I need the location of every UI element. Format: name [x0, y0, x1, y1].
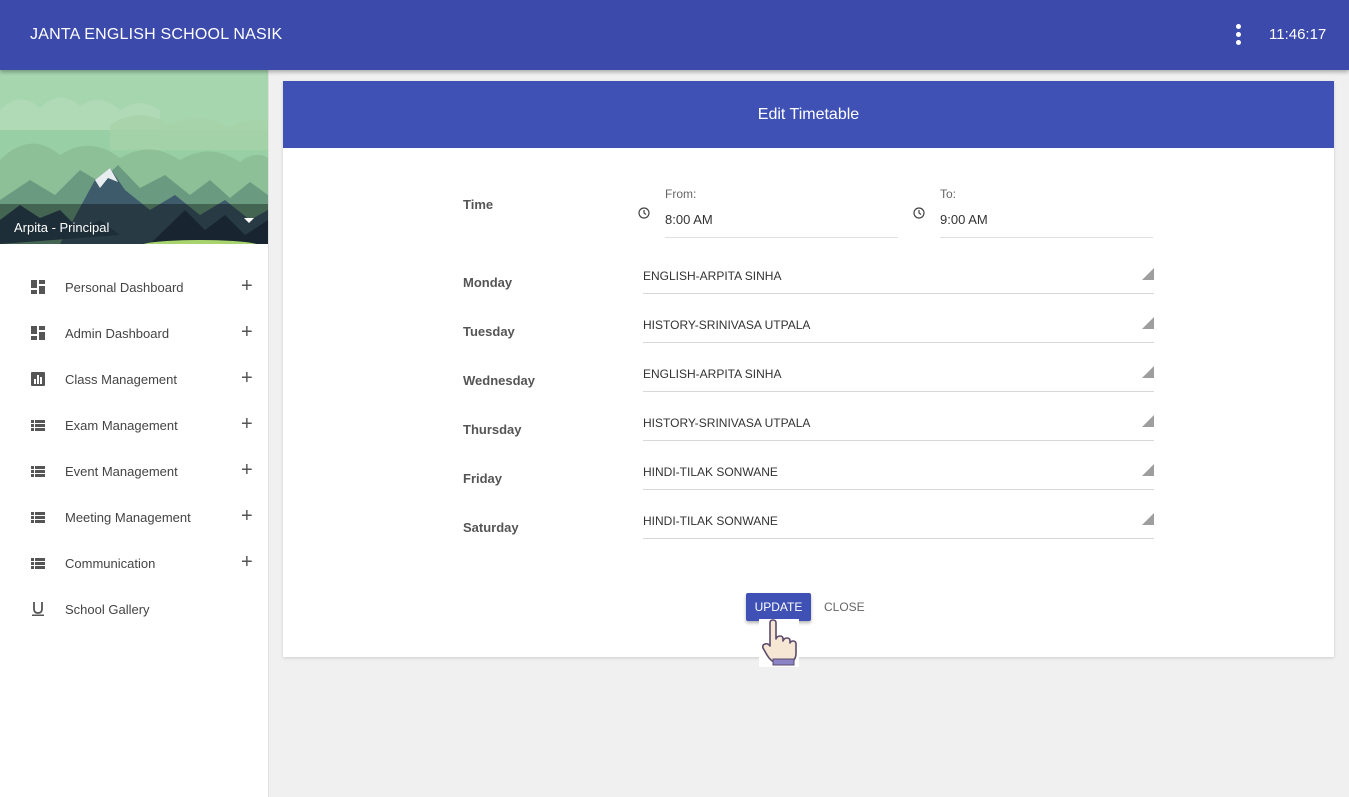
more-options-icon[interactable]: [1230, 24, 1248, 46]
day-label-tuesday: Tuesday: [463, 324, 515, 339]
subject-select-monday[interactable]: ENGLISH-ARPITA SINHA: [643, 264, 1154, 294]
day-label-friday: Friday: [463, 471, 503, 486]
dialog-title: Edit Timetable: [283, 81, 1334, 148]
sidebar-item-label: Personal Dashboard: [65, 280, 184, 295]
list-icon: [31, 558, 45, 569]
sidebar-item-label: Event Management: [65, 464, 178, 479]
profile-name: Arpita - Principal: [14, 220, 110, 235]
expand-plus-icon[interactable]: +: [241, 505, 253, 528]
subject-select-saturday[interactable]: HINDI-TILAK SONWANE: [643, 509, 1154, 539]
to-caption: To:: [940, 187, 957, 201]
dashboard-grid-icon: [31, 326, 45, 340]
expand-plus-icon[interactable]: +: [241, 459, 253, 482]
select-value: ENGLISH-ARPITA SINHA: [643, 367, 782, 381]
sidebar-item-meeting-management[interactable]: Meeting Management +: [0, 494, 268, 540]
chart-icon: [31, 372, 45, 386]
day-label-wednesday: Wednesday: [463, 373, 536, 388]
list-icon: [31, 512, 45, 523]
mountain-background-image: [0, 70, 268, 244]
dashboard-icon: [31, 280, 45, 294]
sidebar-item-admin-dashboard[interactable]: Admin Dashboard +: [0, 310, 268, 356]
dropdown-arrow-icon: [1142, 268, 1154, 280]
select-value: HINDI-TILAK SONWANE: [643, 514, 778, 528]
subject-select-thursday[interactable]: HISTORY-SRINIVASA UTPALA: [643, 411, 1154, 441]
select-value: HISTORY-SRINIVASA UTPALA: [643, 416, 811, 430]
sidebar-nav: Personal Dashboard + Admin Dashboard + C…: [0, 264, 268, 632]
app-title: JANTA ENGLISH SCHOOL NASIK: [30, 26, 283, 43]
underline-icon: [32, 602, 44, 616]
clock-icon: [913, 207, 925, 219]
subject-select-friday[interactable]: HINDI-TILAK SONWANE: [643, 460, 1154, 490]
expand-plus-icon[interactable]: +: [241, 275, 253, 298]
close-button[interactable]: CLOSE: [824, 593, 865, 621]
dropdown-arrow-icon: [1142, 415, 1154, 427]
clock-icon: [638, 207, 650, 219]
dropdown-arrow-icon: [1142, 513, 1154, 525]
day-label-saturday: Saturday: [463, 520, 519, 535]
top-app-bar: JANTA ENGLISH SCHOOL NASIK 11:46:17: [0, 0, 1349, 70]
sidebar-item-school-gallery[interactable]: School Gallery: [0, 586, 268, 632]
list-icon: [31, 466, 45, 477]
hand-pointer-cursor-icon: [759, 619, 799, 667]
select-value: ENGLISH-ARPITA SINHA: [643, 269, 782, 283]
sidebar-item-event-management[interactable]: Event Management +: [0, 448, 268, 494]
from-time-field[interactable]: From: 8:00 AM: [665, 187, 898, 238]
day-label-thursday: Thursday: [463, 422, 522, 437]
edit-timetable-dialog: Edit Timetable Time From: 8:00 AM To: 9:…: [283, 81, 1334, 667]
dropdown-arrow-icon: [1142, 317, 1154, 329]
from-value: 8:00 AM: [665, 212, 713, 227]
from-caption: From:: [665, 187, 697, 201]
profile-banner: Arpita - Principal: [0, 70, 268, 244]
dropdown-arrow-icon: [1142, 366, 1154, 378]
sidebar-item-label: Exam Management: [65, 418, 178, 433]
expand-plus-icon[interactable]: +: [241, 321, 253, 344]
subject-select-tuesday[interactable]: HISTORY-SRINIVASA UTPALA: [643, 313, 1154, 343]
day-label-monday: Monday: [463, 275, 513, 290]
sidebar-item-exam-management[interactable]: Exam Management +: [0, 402, 268, 448]
expand-plus-icon[interactable]: +: [241, 551, 253, 574]
expand-plus-icon[interactable]: +: [241, 413, 253, 436]
sidebar-item-label: Admin Dashboard: [65, 326, 170, 341]
select-value: HISTORY-SRINIVASA UTPALA: [643, 318, 811, 332]
expand-plus-icon[interactable]: +: [241, 367, 253, 390]
sidebar-item-personal-dashboard[interactable]: Personal Dashboard +: [0, 264, 268, 310]
sidebar-item-label: Class Management: [65, 372, 177, 387]
to-value: 9:00 AM: [940, 212, 988, 227]
update-button[interactable]: UPDATE: [746, 593, 811, 621]
list-icon: [31, 420, 45, 431]
clock-display: 11:46:17: [1269, 26, 1327, 43]
dropdown-arrow-icon: [1142, 464, 1154, 476]
profile-dropdown-icon[interactable]: [244, 218, 254, 223]
sidebar-item-class-management[interactable]: Class Management +: [0, 356, 268, 402]
select-value: HINDI-TILAK SONWANE: [643, 465, 778, 479]
sidebar-item-label: Communication: [65, 556, 156, 571]
subject-select-wednesday[interactable]: ENGLISH-ARPITA SINHA: [643, 362, 1154, 392]
sidebar-item-label: School Gallery: [65, 602, 150, 617]
sidebar-item-communication[interactable]: Communication +: [0, 540, 268, 586]
time-label: Time: [463, 197, 494, 212]
sidebar: Arpita - Principal Personal Dashboard + …: [0, 70, 269, 797]
sidebar-item-label: Meeting Management: [65, 510, 191, 525]
to-time-field[interactable]: To: 9:00 AM: [940, 187, 1153, 238]
